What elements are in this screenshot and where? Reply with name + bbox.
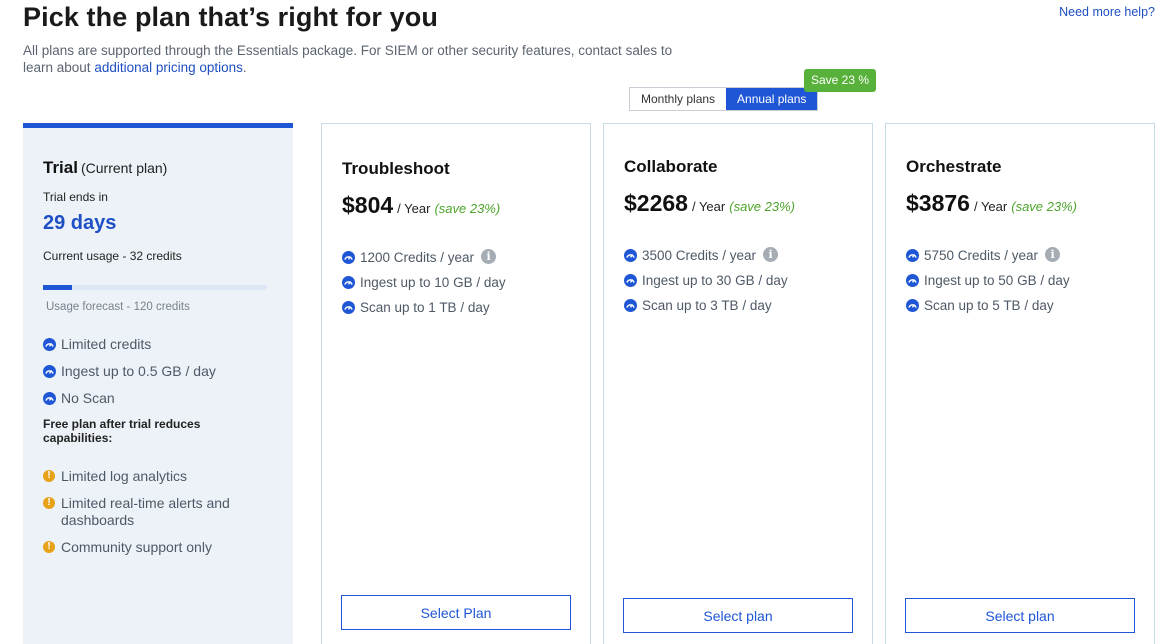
- info-icon[interactable]: i: [1045, 247, 1061, 262]
- need-help-link[interactable]: Need more help?: [1059, 5, 1155, 19]
- trial-feature-text: Ingest up to 0.5 GB / day: [61, 363, 216, 379]
- list-item: No Scan: [43, 390, 273, 407]
- plan-price-row: $2268 / Year (save 23%): [624, 190, 872, 217]
- plan-period: / Year: [691, 199, 726, 214]
- list-item: Ingest up to 10 GB / day: [342, 274, 590, 291]
- plan-savings: (save 23%): [434, 201, 501, 216]
- plan-feature-text: 3500 Credits / year: [642, 248, 757, 263]
- billing-period-toggle: Monthly plans Annual plans: [629, 87, 819, 111]
- plan-period: / Year: [397, 201, 431, 216]
- plan-price: $2268: [624, 190, 688, 216]
- gauge-icon: [43, 392, 56, 405]
- plan-period: / Year: [973, 199, 1008, 214]
- warning-text: Community support only: [61, 539, 212, 555]
- list-item: ! Community support only: [43, 539, 273, 556]
- page-subtitle: All plans are supported through the Esse…: [23, 42, 683, 76]
- plan-savings: (save 23%): [1011, 199, 1077, 214]
- plan-feature-text: 5750 Credits / year: [924, 248, 1039, 263]
- trial-ends-label: Trial ends in: [43, 190, 108, 204]
- current-usage: Current usage - 32 credits: [43, 249, 182, 263]
- plan-feature-text: Scan up to 1 TB / day: [360, 300, 490, 315]
- subtitle-end: .: [242, 60, 247, 75]
- info-icon[interactable]: i: [763, 247, 779, 262]
- free-plan-warning-list: ! Limited log analytics ! Limited real-tim…: [43, 468, 273, 556]
- list-item: Scan up to 5 TB / day: [906, 297, 1154, 314]
- trial-days-remaining: 29 days: [43, 212, 117, 234]
- warning-icon: !: [43, 541, 55, 553]
- warning-icon: !: [43, 497, 55, 509]
- free-plan-heading: Free plan after trial reduces capabiliti…: [43, 417, 201, 445]
- additional-pricing-link[interactable]: additional pricing options: [94, 60, 243, 75]
- trial-feature-text: Limited credits: [61, 336, 152, 352]
- select-plan-button-troubleshoot[interactable]: Select Plan: [341, 595, 571, 630]
- list-item: Limited credits: [43, 336, 273, 353]
- plan-feature-text: Scan up to 5 TB / day: [924, 298, 1054, 313]
- gauge-icon: [43, 338, 56, 351]
- page-title: Pick the plan that’s right for you: [23, 2, 438, 32]
- plan-price: $804: [342, 192, 394, 218]
- warning-text: Limited log analytics: [61, 468, 188, 484]
- list-item: Ingest up to 50 GB / day: [906, 272, 1154, 289]
- plan-price-row: $804 / Year (save 23%): [342, 192, 590, 219]
- usage-progress-bar: [43, 285, 267, 290]
- gauge-icon: [906, 299, 919, 312]
- plan-name: Orchestrate: [906, 157, 1002, 176]
- plan-feature-list: 1200 Credits / year i Ingest up to 10 GB …: [342, 249, 590, 316]
- current-plan-label: (Current plan): [80, 160, 168, 176]
- trial-title-label: Trial: [43, 158, 78, 177]
- plan-feature-text: Ingest up to 10 GB / day: [360, 275, 506, 290]
- list-item: 5750 Credits / year i: [906, 247, 1154, 264]
- plan-card-troubleshoot: Troubleshoot $804 / Year (save 23%) 1200…: [321, 123, 591, 644]
- gauge-icon: [624, 249, 637, 262]
- gauge-icon: [342, 276, 355, 289]
- select-plan-button-orchestrate[interactable]: Select plan: [905, 598, 1135, 633]
- plan-name: Troubleshoot: [342, 159, 450, 178]
- gauge-icon: [906, 249, 919, 262]
- plan-feature-text: Ingest up to 30 GB / day: [642, 273, 788, 288]
- warning-text: Limited real-time alerts and dashboards: [61, 495, 230, 528]
- info-icon[interactable]: i: [481, 249, 497, 264]
- list-item: ! Limited real-time alerts and dashboards: [43, 495, 273, 529]
- gauge-icon: [342, 301, 355, 314]
- trial-feature-text: No Scan: [61, 390, 115, 406]
- gauge-icon: [906, 274, 919, 287]
- plan-card-orchestrate: Orchestrate $3876 / Year (save 23%) 5750…: [885, 123, 1155, 644]
- usage-progress-fill: [43, 285, 73, 290]
- save-badge: Save 23 %: [804, 69, 877, 92]
- select-plan-button-collaborate[interactable]: Select plan: [623, 598, 853, 633]
- gauge-icon: [43, 365, 56, 378]
- trial-title: Trial (Current plan): [43, 158, 273, 178]
- gauge-icon: [624, 299, 637, 312]
- monthly-plans-button[interactable]: Monthly plans: [630, 88, 727, 110]
- gauge-icon: [624, 274, 637, 287]
- plan-price: $3876: [906, 190, 970, 216]
- usage-forecast: Usage forecast - 120 credits: [46, 301, 190, 313]
- plan-feature-text: Scan up to 3 TB / day: [642, 298, 772, 313]
- plan-savings: (save 23%): [729, 199, 795, 214]
- annual-plans-button[interactable]: Annual plans: [726, 88, 818, 110]
- list-item: 3500 Credits / year i: [624, 247, 872, 264]
- trial-card: Trial (Current plan) Trial ends in 29 day…: [23, 123, 293, 644]
- list-item: Scan up to 1 TB / day: [342, 299, 590, 316]
- plan-card-collaborate: Collaborate $2268 / Year (save 23%) 3500…: [603, 123, 873, 644]
- trial-feature-list: Limited credits Ingest up to 0.5 GB / da…: [43, 336, 273, 407]
- list-item: ! Limited log analytics: [43, 468, 273, 485]
- plan-feature-list: 3500 Credits / year i Ingest up to 30 GB …: [624, 247, 872, 314]
- plan-price-row: $3876 / Year (save 23%): [906, 190, 1154, 217]
- warning-icon: !: [43, 470, 55, 482]
- list-item: 1200 Credits / year i: [342, 249, 590, 266]
- gauge-icon: [342, 251, 355, 264]
- list-item: Ingest up to 0.5 GB / day: [43, 363, 273, 380]
- plan-feature-text: 1200 Credits / year: [360, 250, 475, 265]
- plan-feature-list: 5750 Credits / year i Ingest up to 50 GB …: [906, 247, 1154, 314]
- plan-name: Collaborate: [624, 157, 718, 176]
- list-item: Scan up to 3 TB / day: [624, 297, 872, 314]
- plan-feature-text: Ingest up to 50 GB / day: [924, 273, 1070, 288]
- list-item: Ingest up to 30 GB / day: [624, 272, 872, 289]
